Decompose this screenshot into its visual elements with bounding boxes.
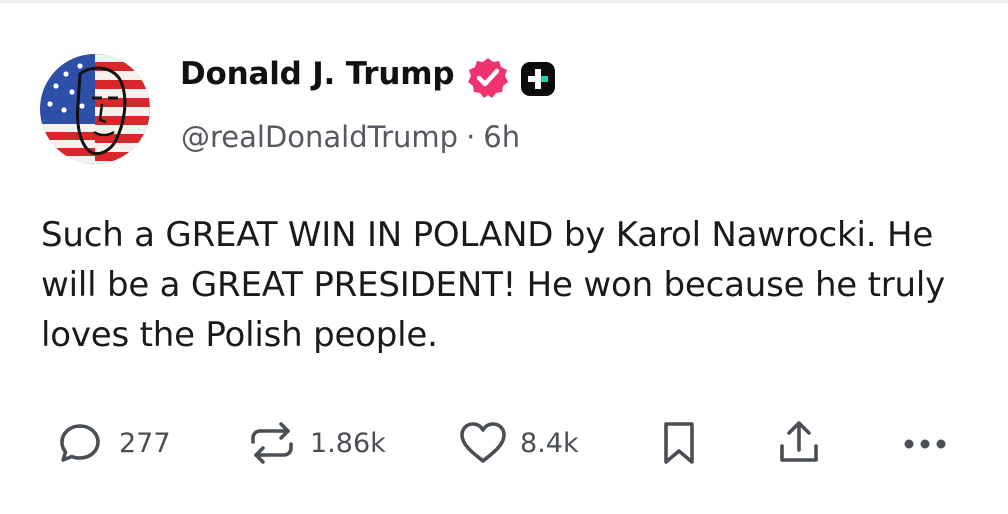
author-handle-line: @realDonaldTrump · 6h	[181, 120, 520, 154]
platform-plus-icon	[520, 61, 556, 97]
avatar[interactable]	[40, 54, 150, 164]
reply-button[interactable]: 277	[55, 415, 171, 471]
like-count: 8.4k	[520, 427, 579, 459]
more-dots-icon	[898, 418, 952, 468]
post-card[interactable]: Donald J. Trump @realDonaldTrump · 6h Such…	[0, 0, 1008, 514]
share-button[interactable]	[774, 415, 824, 471]
post-timestamp[interactable]: 6h	[483, 120, 520, 154]
verified-badge-icon	[466, 56, 510, 100]
action-bar: 277 1.86k 8.4k	[0, 415, 1008, 471]
author-handle[interactable]: @realDonaldTrump	[181, 120, 458, 154]
bookmark-button[interactable]	[659, 415, 699, 471]
share-upload-icon	[774, 418, 824, 468]
reply-count: 277	[119, 427, 171, 459]
bookmark-icon	[659, 418, 699, 468]
more-options-button[interactable]	[898, 415, 952, 471]
reply-bubble-icon	[55, 418, 105, 468]
handle-separator: ·	[466, 120, 476, 154]
repost-arrows-icon	[244, 418, 300, 468]
like-button[interactable]: 8.4k	[456, 415, 579, 471]
heart-icon	[456, 418, 510, 468]
author-display-name[interactable]: Donald J. Trump	[180, 56, 455, 92]
repost-button[interactable]: 1.86k	[244, 415, 386, 471]
post-text: Such a GREAT WIN IN POLAND by Karol Nawr…	[41, 215, 946, 355]
repost-count: 1.86k	[310, 427, 386, 459]
avatar-image	[40, 54, 150, 164]
